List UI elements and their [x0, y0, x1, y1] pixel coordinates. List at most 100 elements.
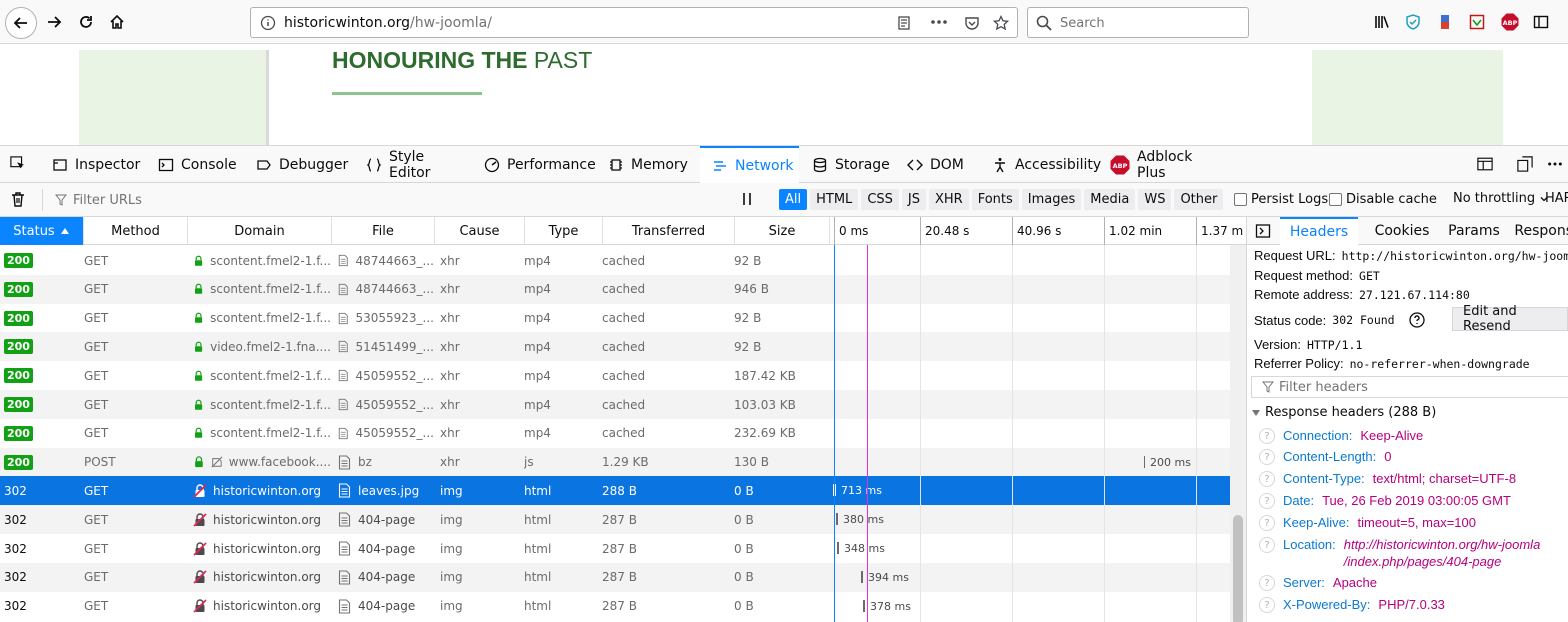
clear-requests-icon[interactable]: [10, 191, 26, 211]
page-actions-icon[interactable]: [929, 14, 949, 34]
filter-media-button[interactable]: Media: [1084, 189, 1136, 210]
filter-images-button[interactable]: Images: [1021, 189, 1082, 210]
tab-performance[interactable]: Performance: [482, 146, 596, 183]
library-icon[interactable]: [1374, 14, 1390, 30]
scrollbar-thumb[interactable]: [1233, 515, 1243, 622]
response-header-location[interactable]: ? Location: http://historicwinton.org/hw-j…: [1259, 537, 1540, 570]
header-help-icon[interactable]: ?: [1259, 537, 1275, 553]
tab-memory[interactable]: Memory: [606, 146, 690, 183]
header-help-icon[interactable]: ?: [1259, 449, 1275, 465]
details-tab-params[interactable]: Params: [1445, 217, 1503, 245]
column-header-transferred[interactable]: Transferred: [603, 217, 735, 245]
filter-ws-button[interactable]: WS: [1138, 189, 1172, 210]
request-row[interactable]: 200 GET scontent.fmel2-1.f... 48744663_... x…: [0, 274, 1230, 304]
response-header-server[interactable]: ? Server: Apache: [1259, 575, 1377, 591]
vertical-scrollbar[interactable]: [1230, 245, 1246, 622]
header-help-icon[interactable]: ?: [1259, 471, 1275, 487]
request-row[interactable]: 302 GET historicwinton.org leaves.jpg img htm…: [0, 476, 1230, 506]
request-row[interactable]: 200 GET scontent.fmel2-1.f... 45059552_... x…: [0, 390, 1230, 419]
reader-view-icon[interactable]: [896, 15, 912, 35]
disable-cache-box[interactable]: [1329, 193, 1342, 206]
tab-storage[interactable]: Storage: [810, 146, 890, 183]
devtools-menu-icon[interactable]: [1547, 156, 1563, 172]
request-row[interactable]: 302 GET historicwinton.org 404-page img html 2…: [0, 562, 1230, 592]
column-header-type[interactable]: Type: [525, 217, 603, 245]
request-row[interactable]: 200 GET scontent.fmel2-1.f... 53055923_... x…: [0, 304, 1230, 333]
column-header-domain[interactable]: Domain: [188, 217, 332, 245]
filter-html-button[interactable]: HTML: [810, 189, 859, 210]
type-cell: js: [524, 455, 534, 470]
back-button[interactable]: [5, 7, 37, 39]
header-help-icon[interactable]: ?: [1259, 575, 1275, 591]
bookmark-star-icon[interactable]: [992, 14, 1010, 35]
response-header-keep-alive[interactable]: ? Keep-Alive: timeout=5, max=100: [1259, 515, 1476, 531]
disable-cache-checkbox[interactable]: Disable cache: [1329, 192, 1437, 207]
tab-style-editor[interactable]: Style Editor: [364, 146, 464, 183]
request-row[interactable]: 200 GET scontent.fmel2-1.f... 45059552_... x…: [0, 419, 1230, 448]
column-header-size[interactable]: Size: [735, 217, 830, 245]
column-header-file[interactable]: File: [332, 217, 435, 245]
details-tab-response[interactable]: Response: [1513, 217, 1568, 245]
reload-button[interactable]: [72, 8, 100, 36]
tab-network[interactable]: Network: [700, 146, 799, 183]
details-tab-headers[interactable]: Headers: [1280, 217, 1358, 245]
response-header-date[interactable]: ? Date: Tue, 26 Feb 2019 03:00:05 GMT: [1259, 493, 1511, 509]
sidebar-toggle-icon[interactable]: [1533, 14, 1549, 30]
column-header-status[interactable]: Status: [0, 217, 84, 245]
dock-toggle-icon[interactable]: [1477, 156, 1493, 172]
persist-logs-checkbox[interactable]: Persist Logs: [1234, 192, 1328, 207]
details-tab-cookies[interactable]: Cookies: [1369, 217, 1435, 245]
forward-button[interactable]: [40, 8, 68, 36]
pocket-icon[interactable]: [964, 15, 980, 35]
header-help-icon[interactable]: ?: [1259, 515, 1275, 531]
column-header-cause[interactable]: Cause: [435, 217, 525, 245]
search-bar[interactable]: Search: [1027, 7, 1249, 38]
filter-css-button[interactable]: CSS: [861, 189, 899, 210]
throttling-select[interactable]: No throttling: [1453, 191, 1549, 206]
filter-headers-input[interactable]: Filter headers: [1251, 376, 1568, 398]
har-menu-button[interactable]: HAR: [1545, 191, 1568, 206]
tab-adblock-plus[interactable]: ABP Adblock Plus: [1108, 146, 1220, 183]
header-help-icon[interactable]: ?: [1259, 597, 1275, 613]
site-info-icon[interactable]: [260, 15, 276, 35]
tab-inspector[interactable]: Inspector: [50, 146, 140, 183]
tab-dom[interactable]: DOM: [905, 146, 973, 183]
response-headers-toggle[interactable]: Response headers (288 B): [1251, 405, 1436, 420]
request-row[interactable]: 200 GET scontent.fmel2-1.f... 45059552_... x…: [0, 361, 1230, 390]
header-help-icon[interactable]: ?: [1259, 428, 1275, 444]
separate-window-icon[interactable]: [1517, 156, 1533, 172]
tab-console[interactable]: Console: [156, 146, 237, 183]
element-picker-icon[interactable]: [10, 156, 26, 172]
filter-urls-input[interactable]: Filter URLs: [42, 189, 722, 211]
header-help-icon[interactable]: ?: [1259, 493, 1275, 509]
filter-fonts-button[interactable]: Fonts: [971, 189, 1019, 210]
response-header-x-powered-by[interactable]: ? X-Powered-By: PHP/7.0.33: [1259, 597, 1445, 613]
response-header-content-length[interactable]: ? Content-Length: 0: [1259, 449, 1391, 465]
home-button[interactable]: [103, 8, 131, 36]
request-row[interactable]: 200 GET scontent.fmel2-1.f... 48744663_... x…: [0, 246, 1230, 275]
pause-recording-icon[interactable]: [740, 192, 754, 210]
request-row[interactable]: 302 GET historicwinton.org 404-page img html 2…: [0, 505, 1230, 535]
response-header-connection[interactable]: ? Connection: Keep-Alive: [1259, 428, 1423, 444]
shield-extension-icon[interactable]: [1405, 14, 1421, 30]
response-header-content-type[interactable]: ? Content-Type: text/html; charset=UTF-8: [1259, 471, 1516, 487]
filter-other-button[interactable]: Other: [1174, 189, 1224, 210]
persist-logs-box[interactable]: [1234, 193, 1247, 206]
request-row[interactable]: 302 GET historicwinton.org 404-page img html 2…: [0, 592, 1230, 621]
adblock-plus-toolbar-icon[interactable]: ABP: [1501, 13, 1519, 31]
request-row[interactable]: 200 GET video.fmel2-1.fna.... 51451499_... x…: [0, 332, 1230, 362]
status-help-icon[interactable]: [1408, 312, 1425, 328]
tab-accessibility[interactable]: Accessibility: [990, 146, 1101, 183]
tab-debugger[interactable]: Debugger: [254, 146, 348, 183]
filter-js-button[interactable]: JS: [901, 189, 926, 210]
request-row[interactable]: 200 POST www.facebook.... bz xhr js 1.29 KB 130…: [0, 447, 1230, 477]
filter-all-button[interactable]: All: [779, 189, 808, 210]
edit-and-resend-button[interactable]: Edit and Resend: [1452, 304, 1568, 334]
mcafee-extension-icon[interactable]: [1469, 14, 1485, 30]
toggle-details-icon[interactable]: [1255, 217, 1271, 245]
column-header-method[interactable]: Method: [84, 217, 188, 245]
request-row[interactable]: 302 GET historicwinton.org 404-page img html 2…: [0, 534, 1230, 563]
container-extension-icon[interactable]: [1437, 14, 1453, 30]
filter-xhr-button[interactable]: XHR: [929, 189, 969, 210]
url-bar[interactable]: historicwinton.org/hw-joomla/: [250, 7, 1018, 38]
